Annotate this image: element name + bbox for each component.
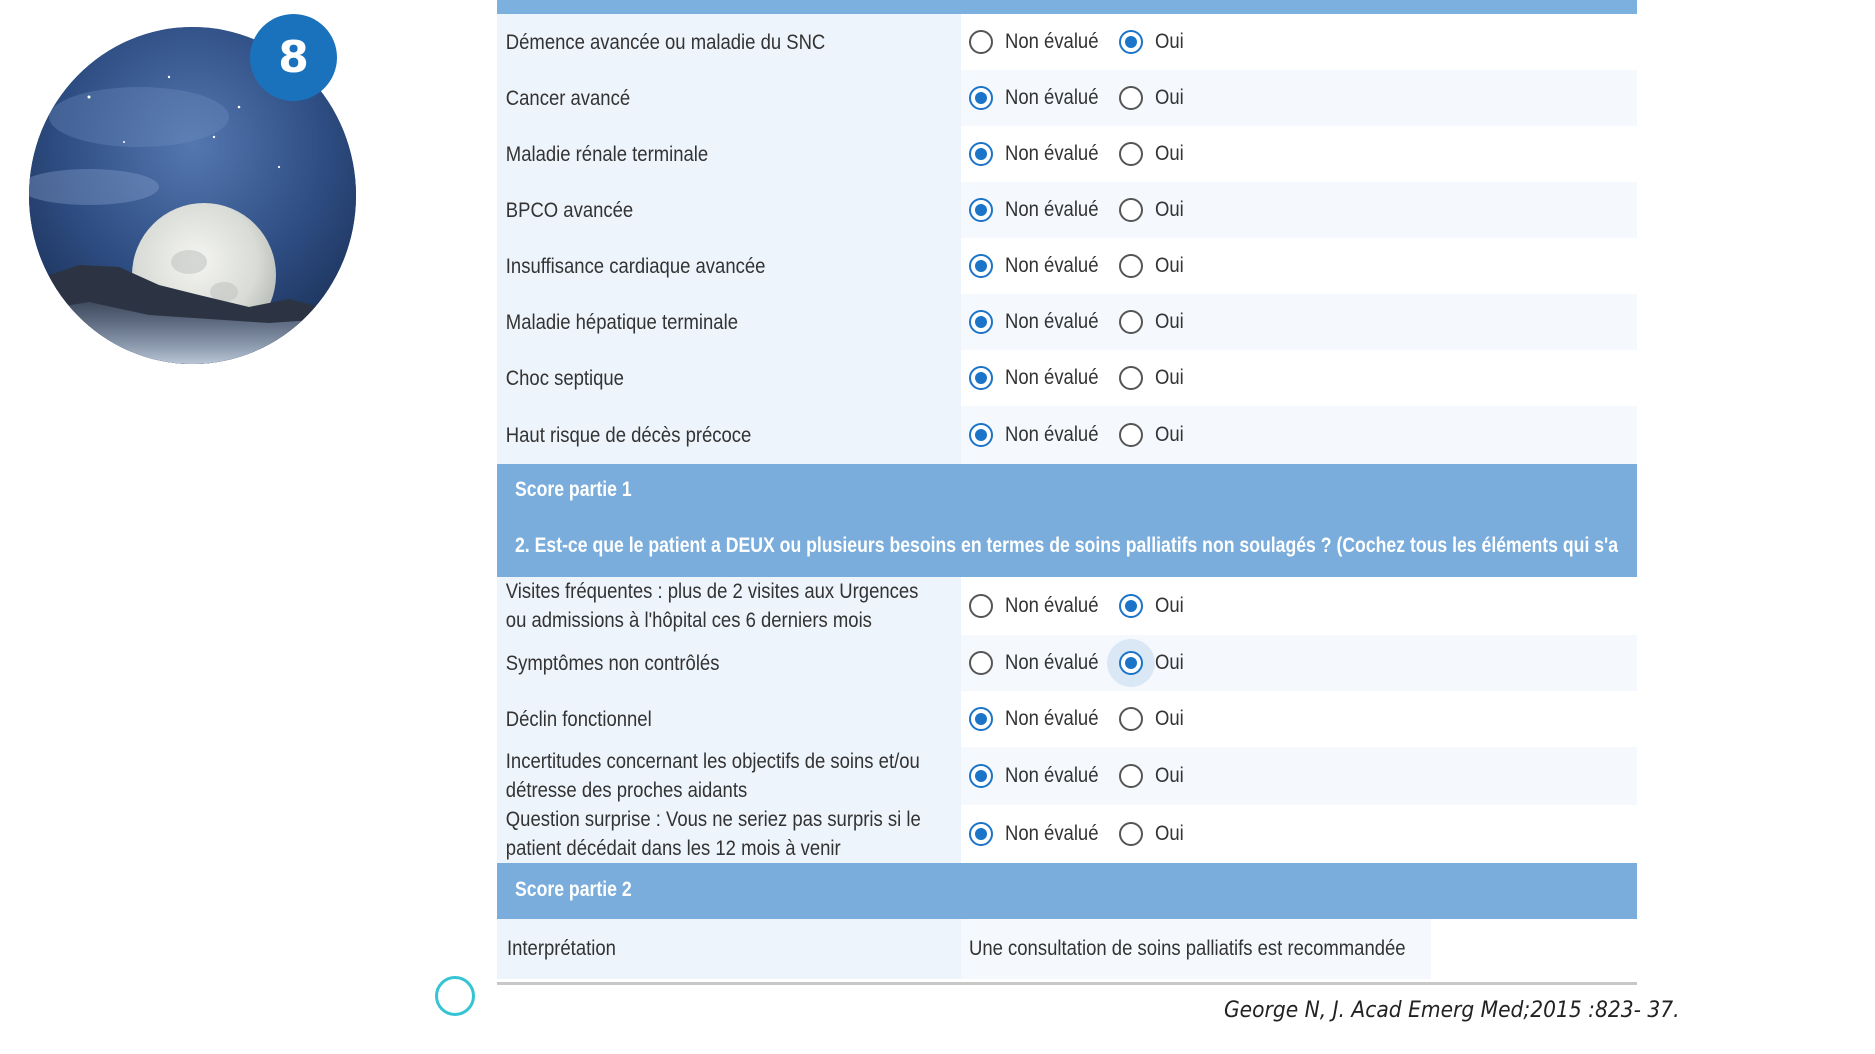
radio-yes[interactable]: Oui	[1119, 805, 1188, 863]
radio-not-evaluated[interactable]: Non évalué	[969, 182, 1111, 238]
radio-not-evaluated[interactable]: Non évalué	[969, 635, 1111, 691]
form-row-care-goals-uncertainty: Incertitudes concernant les objectifs de…	[497, 747, 1637, 805]
form-row-renal: Maladie rénale terminale Non évalué Oui	[497, 126, 1637, 182]
row-label-line2: détresse des proches aidants	[505, 779, 748, 802]
row-label: Cancer avancé	[505, 86, 631, 110]
radio-yes[interactable]: Oui	[1119, 406, 1188, 464]
section-header-part1: Score partie 1 2. Est-ce que le patient …	[497, 464, 1637, 577]
radio-yes[interactable]: Oui	[1119, 635, 1188, 691]
radio-yes[interactable]: Oui	[1119, 350, 1188, 406]
radio-not-evaluated[interactable]: Non évalué	[969, 350, 1111, 406]
row-label: Haut risque de décès précoce	[505, 423, 752, 447]
radio-yes[interactable]: Oui	[1119, 182, 1188, 238]
section-header-part2: Score partie 2	[497, 863, 1637, 919]
form-row-copd: BPCO avancée Non évalué Oui	[497, 182, 1637, 238]
interpretation-label: Interprétation	[507, 937, 616, 960]
row-label: Choc septique	[505, 366, 624, 390]
form-row-cancer: Cancer avancé Non évalué Oui	[497, 70, 1637, 126]
radio-yes[interactable]: Oui	[1119, 294, 1188, 350]
radio-not-evaluated[interactable]: Non évalué	[969, 691, 1111, 747]
radio-not-evaluated[interactable]: Non évalué	[969, 406, 1111, 464]
question-2-text: 2. Est-ce que le patient a DEUX ou plusi…	[515, 534, 1619, 557]
radio-yes[interactable]: Oui	[1119, 70, 1188, 126]
form-row-early-death-risk: Haut risque de décès précoce Non évalué …	[497, 406, 1637, 464]
radio-not-evaluated[interactable]: Non évalué	[969, 805, 1111, 863]
slide-number-badge: 8	[250, 14, 337, 101]
row-label: Maladie hépatique terminale	[505, 310, 738, 334]
row-label: Insuffisance cardiaque avancée	[505, 254, 766, 278]
form-row-heart-failure: Insuffisance cardiaque avancée Non évalu…	[497, 238, 1637, 294]
radio-not-evaluated[interactable]: Non évalué	[969, 294, 1111, 350]
form-top-header	[497, 0, 1637, 14]
radio-yes[interactable]: Oui	[1119, 14, 1188, 70]
radio-yes[interactable]: Oui	[1119, 691, 1188, 747]
score-form: Démence avancée ou maladie du SNC Non év…	[497, 0, 1637, 985]
row-label: BPCO avancée	[505, 198, 634, 222]
form-row-liver: Maladie hépatique terminale Non évalué O…	[497, 294, 1637, 350]
radio-not-evaluated[interactable]: Non évalué	[969, 238, 1111, 294]
citation: George N, J. Acad Emerg Med;2015 :823- 3…	[1224, 998, 1680, 1023]
radio-not-evaluated[interactable]: Non évalué	[969, 14, 1111, 70]
form-row-frequent-visits: Visites fréquentes : plus de 2 visites a…	[497, 577, 1637, 635]
form-row-functional-decline: Déclin fonctionnel Non évalué Oui	[497, 691, 1637, 747]
form-row-septic-shock: Choc septique Non évalué Oui	[497, 350, 1637, 406]
row-label: Maladie rénale terminale	[505, 142, 709, 166]
interpretation-value: Une consultation de soins palliatifs est…	[969, 937, 1406, 960]
decorative-ring	[435, 976, 475, 1016]
row-label: Déclin fonctionnel	[505, 707, 652, 731]
radio-not-evaluated[interactable]: Non évalué	[969, 126, 1111, 182]
row-label: Symptômes non contrôlés	[505, 651, 720, 675]
radio-not-evaluated[interactable]: Non évalué	[969, 747, 1111, 805]
form-row-surprise-question: Question surprise : Vous ne seriez pas s…	[497, 805, 1637, 863]
radio-yes[interactable]: Oui	[1119, 126, 1188, 182]
row-label-line2: ou admissions à l'hôpital ces 6 derniers…	[505, 609, 872, 632]
radio-not-evaluated[interactable]: Non évalué	[969, 577, 1111, 635]
row-label-line1: Question surprise : Vous ne seriez pas s…	[505, 808, 921, 831]
interpretation-row: Interprétation Une consultation de soins…	[497, 919, 1637, 979]
radio-yes[interactable]: Oui	[1119, 577, 1188, 635]
row-label-line1: Visites fréquentes : plus de 2 visites a…	[505, 580, 919, 603]
row-label: Démence avancée ou maladie du SNC	[505, 30, 826, 54]
form-row-uncontrolled-symptoms: Symptômes non contrôlés Non évalué Oui	[497, 635, 1637, 691]
score-part1-label: Score partie 1	[515, 478, 632, 501]
score-part2-label: Score partie 2	[515, 878, 632, 901]
row-label-line1: Incertitudes concernant les objectifs de…	[505, 750, 920, 773]
radio-yes[interactable]: Oui	[1119, 238, 1188, 294]
radio-not-evaluated[interactable]: Non évalué	[969, 70, 1111, 126]
radio-yes[interactable]: Oui	[1119, 747, 1188, 805]
form-row-dementia: Démence avancée ou maladie du SNC Non év…	[497, 14, 1637, 70]
row-label-line2: patient décédait dans les 12 mois à veni…	[505, 837, 841, 860]
slide: 8 Démence avancée ou maladie du SNC Non …	[0, 0, 1875, 1054]
